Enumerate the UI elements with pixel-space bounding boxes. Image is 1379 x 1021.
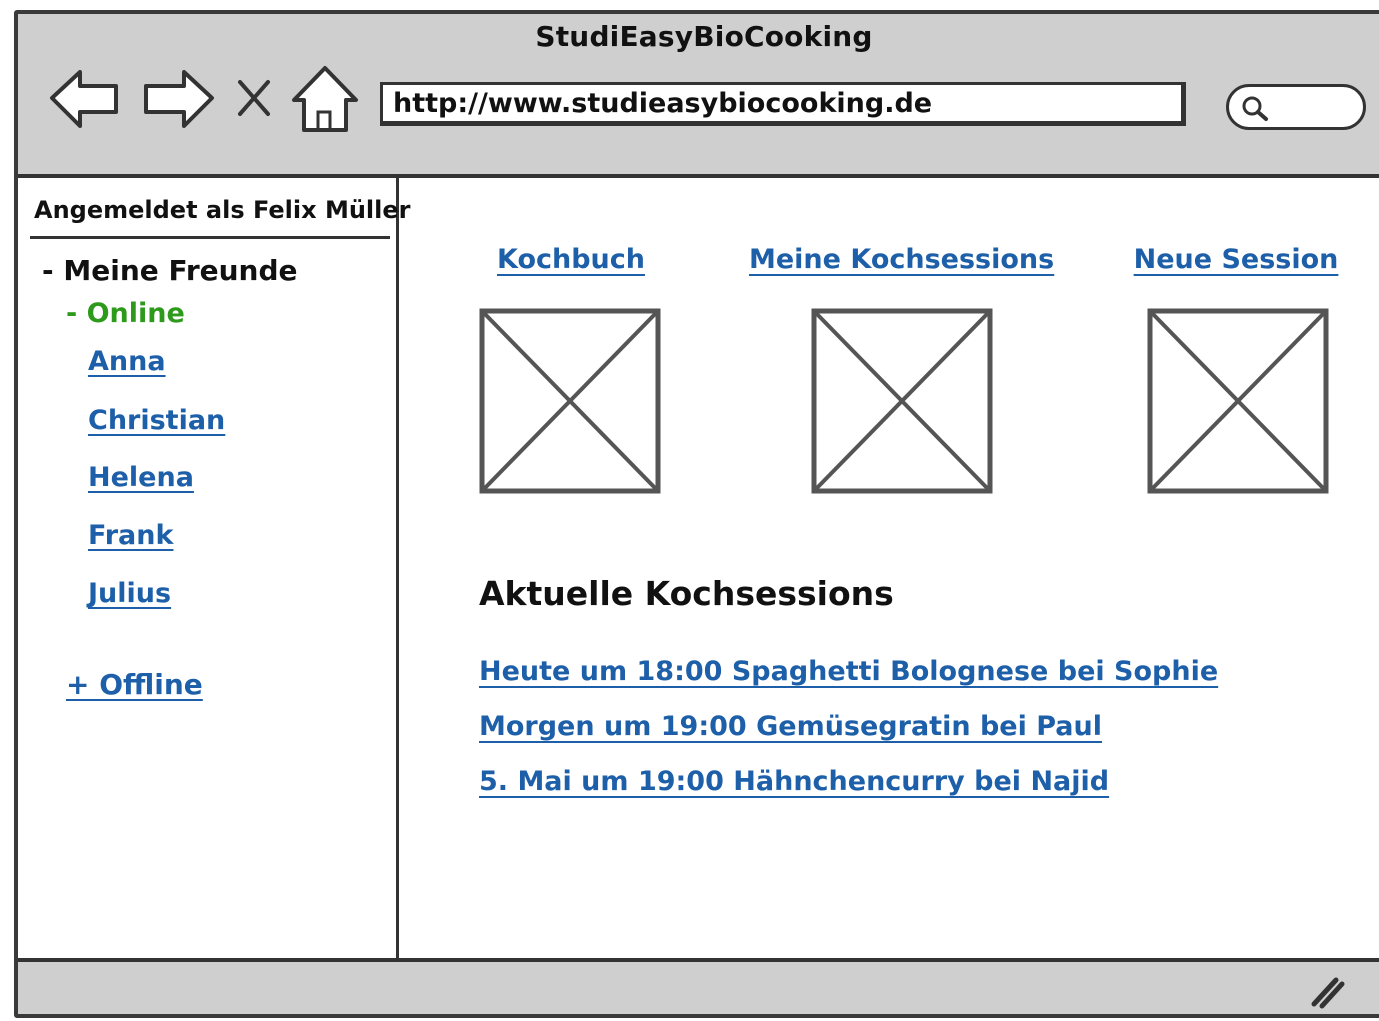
session-link[interactable]: 5. Mai um 19:00 Hähnchencurry bei Najid <box>479 766 1109 797</box>
session-link[interactable]: Heute um 18:00 Spaghetti Bolognese bei S… <box>479 656 1218 687</box>
nav-link-meine-kochsessions[interactable]: Meine Kochsessions <box>749 244 1054 275</box>
image-placeholder-icon <box>1147 308 1329 494</box>
friend-link-frank[interactable]: Frank <box>88 520 173 551</box>
arrow-left-icon <box>50 70 118 128</box>
search-icon <box>1242 96 1268 121</box>
back-button[interactable] <box>46 58 126 138</box>
offline-group-toggle[interactable]: + Offline <box>66 668 203 701</box>
stop-button[interactable] <box>224 58 284 138</box>
home-icon <box>292 66 358 132</box>
window-title: StudiEasyBioCooking <box>535 20 873 53</box>
browser-window: StudiEasyBioCooking http://www.studieasy… <box>14 10 1379 1018</box>
friend-link-julius[interactable]: Julius <box>88 578 171 609</box>
friend-link-christian[interactable]: Christian <box>88 405 225 436</box>
section-title-current-sessions: Aktuelle Kochsessions <box>479 574 894 613</box>
nav-link-neue-session[interactable]: Neue Session <box>1134 244 1339 275</box>
search-field[interactable] <box>1226 84 1366 130</box>
resize-grip-icon <box>1311 977 1345 1009</box>
address-bar[interactable]: http://www.studieasybiocooking.de <box>380 82 1186 126</box>
arrow-right-icon <box>144 70 214 128</box>
sidebar-divider <box>30 236 390 239</box>
image-placeholder-icon <box>811 308 993 494</box>
forward-button[interactable] <box>138 58 218 138</box>
nav-tile-kochbuch: Kochbuch <box>481 244 661 275</box>
logged-in-user-label: Angemeldet als Felix Müller <box>34 196 411 224</box>
session-link[interactable]: Morgen um 19:00 Gemüsegratin bei Paul <box>479 711 1102 742</box>
image-placeholder-icon <box>479 308 661 494</box>
nav-tile-meine-kochsessions: Meine Kochsessions <box>749 244 1054 275</box>
resize-grip[interactable] <box>1306 970 1346 1010</box>
kochbuch-image-placeholder[interactable] <box>479 308 661 494</box>
main-content: Kochbuch Meine Kochsessions Neue Session <box>399 178 1379 958</box>
close-icon <box>238 80 270 116</box>
nav-link-kochbuch[interactable]: Kochbuch <box>497 244 645 275</box>
online-group-toggle[interactable]: - Online <box>66 298 185 329</box>
friends-sidebar: Angemeldet als Felix Müller - Meine Freu… <box>18 178 411 958</box>
home-button[interactable] <box>288 58 362 138</box>
status-bar <box>18 958 1379 1014</box>
friend-link-anna[interactable]: Anna <box>88 346 166 377</box>
nav-tile-neue-session: Neue Session <box>1131 244 1341 275</box>
friends-group-toggle[interactable]: - Meine Freunde <box>42 254 298 287</box>
browser-toolbar: StudiEasyBioCooking http://www.studieasy… <box>18 14 1379 178</box>
kochsessions-image-placeholder[interactable] <box>811 308 993 494</box>
friend-link-helena[interactable]: Helena <box>88 462 194 493</box>
neue-session-image-placeholder[interactable] <box>1147 308 1329 494</box>
